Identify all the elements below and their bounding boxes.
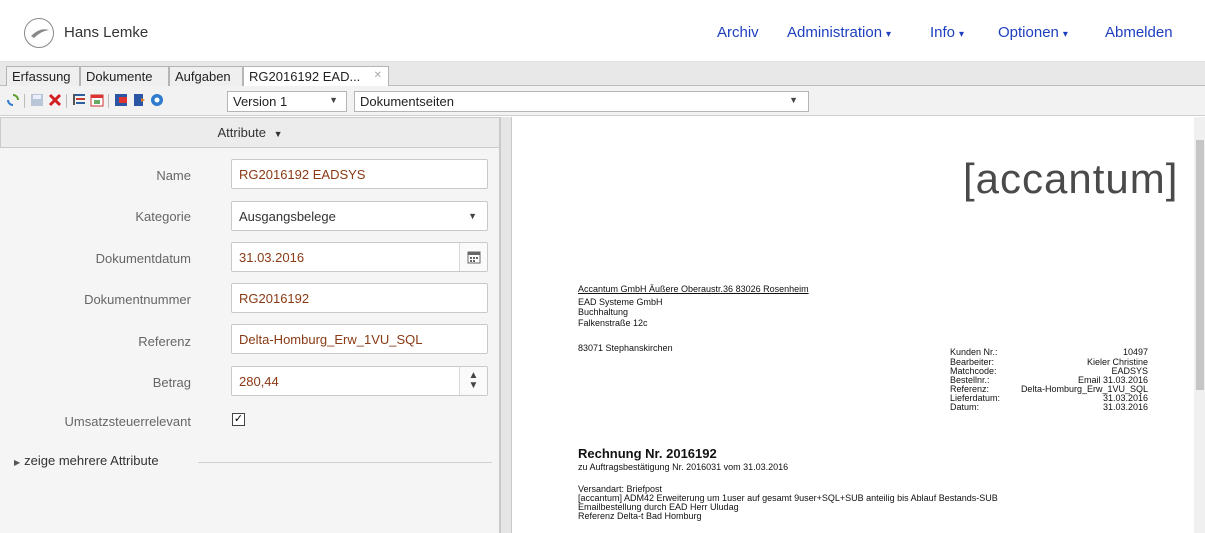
label-name: Name: [156, 168, 191, 183]
tab-label: RG2016192 EAD...: [249, 69, 361, 84]
name-field[interactable]: RG2016192 EADSYS: [231, 159, 488, 189]
avatar[interactable]: [24, 18, 54, 48]
user-name[interactable]: Hans Lemke: [64, 24, 148, 41]
nav-info[interactable]: Info ▾: [930, 24, 964, 41]
separator: [24, 94, 25, 108]
kategorie-select[interactable]: Ausgangsbelege ▼: [231, 201, 488, 231]
recipient-line: Buchhaltung: [578, 307, 629, 317]
refresh-icon[interactable]: [6, 93, 20, 107]
label-betrag: Betrag: [152, 375, 191, 390]
pages-select[interactable]: Dokumentseiten ▼: [354, 91, 809, 112]
tab-erfassung[interactable]: Erfassung: [6, 66, 80, 86]
tab-document[interactable]: RG2016192 EAD... ✕: [243, 66, 389, 87]
nav-label: Optionen: [998, 24, 1059, 41]
recipient-line: Falkenstraße 12c: [578, 318, 648, 328]
referenz-field[interactable]: Delta-Homburg_Erw_1VU_SQL: [231, 324, 488, 354]
kategorie-value: Ausgangsbelege: [239, 209, 336, 224]
calendar-icon[interactable]: [459, 243, 487, 271]
attributes-panel: Attribute ▼ Name RG2016192 EADSYS Katego…: [0, 117, 500, 533]
label-kategorie: Kategorie: [135, 209, 191, 224]
print-icon[interactable]: [132, 93, 146, 107]
nav-abmelden[interactable]: Abmelden: [1105, 24, 1173, 41]
umsatzsteuer-checkbox[interactable]: ✓: [232, 413, 245, 426]
invoice-subtitle: zu Auftragsbestätigung Nr. 2016031 vom 3…: [578, 462, 789, 472]
label-referenz: Referenz: [138, 334, 191, 349]
toolbar: Version 1 ▼ Dokumentseiten ▼: [0, 86, 1205, 116]
info-value: 10497: [1122, 347, 1148, 357]
nav-label: Abmelden: [1105, 24, 1173, 41]
check-icon: ✓: [233, 413, 244, 425]
recipient-line: 83071 Stephanskirchen: [578, 343, 673, 353]
close-icon[interactable]: ✕: [374, 70, 382, 81]
sender-line: Accantum GmbH Äußere Oberaustr.36 83026 …: [578, 284, 809, 294]
panel-splitter[interactable]: [500, 117, 512, 533]
betrag-stepper[interactable]: 280,44 ▲ ▼: [231, 366, 488, 396]
chevron-down-icon: ▼: [329, 95, 338, 105]
chevron-down-icon: ▾: [959, 29, 965, 40]
calendar-icon[interactable]: [90, 93, 104, 107]
nav-label: Administration: [787, 24, 883, 41]
company-logo: [accantum]: [963, 155, 1179, 202]
attributes-title: Attribute: [217, 125, 266, 140]
label-umsatzsteuerrelevant: Umsatzsteuerrelevant: [64, 414, 191, 429]
invoice-body-line: Referenz Delta-t Bad Homburg: [578, 511, 702, 521]
recipient-line: EAD Systeme GmbH: [578, 297, 663, 307]
chevron-down-icon: ▾: [1062, 29, 1068, 40]
tab-aufgaben[interactable]: Aufgaben: [169, 66, 243, 86]
export-icon[interactable]: [114, 93, 128, 107]
info-label: Datum:: [950, 402, 980, 412]
stepper-arrows-icon[interactable]: ▲ ▼: [459, 367, 487, 395]
dokumentnummer-field[interactable]: RG2016192: [231, 283, 488, 313]
tree-icon[interactable]: [72, 93, 86, 107]
settings-icon[interactable]: [150, 93, 164, 107]
separator: [66, 94, 67, 108]
tab-dokumente[interactable]: Dokumente: [80, 66, 169, 86]
chevron-down-icon: ▾: [886, 29, 892, 40]
tab-bar: Erfassung Dokumente Aufgaben RG2016192 E…: [0, 62, 1205, 87]
chevron-right-icon: ▶: [14, 458, 21, 467]
info-label: Kunden Nr.:: [950, 347, 998, 357]
version-select[interactable]: Version 1 ▼: [227, 91, 347, 112]
chevron-down-icon: ▼: [789, 95, 798, 105]
betrag-value: 280,44: [239, 374, 279, 389]
dokumentdatum-value: 31.03.2016: [239, 250, 305, 265]
attributes-header[interactable]: Attribute ▼: [0, 117, 500, 148]
show-more-label: zeige mehrere Attribute: [24, 453, 159, 468]
info-value: 31.03.2016: [1102, 402, 1148, 412]
separator: [108, 94, 109, 108]
scrollbar-thumb[interactable]: [1196, 140, 1204, 390]
nav-label: Info: [930, 24, 956, 41]
pages-value: Dokumentseiten: [360, 94, 454, 109]
save-icon[interactable]: [30, 93, 44, 107]
show-more-attributes[interactable]: ▶ zeige mehrere Attribute: [14, 453, 159, 468]
label-dokumentnummer: Dokumentnummer: [84, 292, 191, 307]
nav-label: Archiv: [717, 24, 759, 41]
nav-archiv[interactable]: Archiv: [717, 24, 759, 41]
chevron-down-icon: ▼: [468, 211, 477, 221]
chevron-down-icon: ▼: [273, 129, 283, 139]
version-value: Version 1: [233, 94, 288, 109]
top-bar: Hans Lemke Archiv Administration ▾ Info ▾ …: [0, 0, 1205, 62]
invoice-title: Rechnung Nr. 2016192: [578, 446, 717, 461]
label-dokumentdatum: Dokumentdatum: [95, 251, 191, 266]
nav-optionen[interactable]: Optionen ▾: [998, 24, 1068, 41]
delete-icon[interactable]: [48, 93, 62, 107]
nav-administration[interactable]: Administration ▾: [787, 24, 891, 41]
divider: [198, 462, 492, 463]
dokumentdatum-field[interactable]: 31.03.2016: [231, 242, 488, 272]
